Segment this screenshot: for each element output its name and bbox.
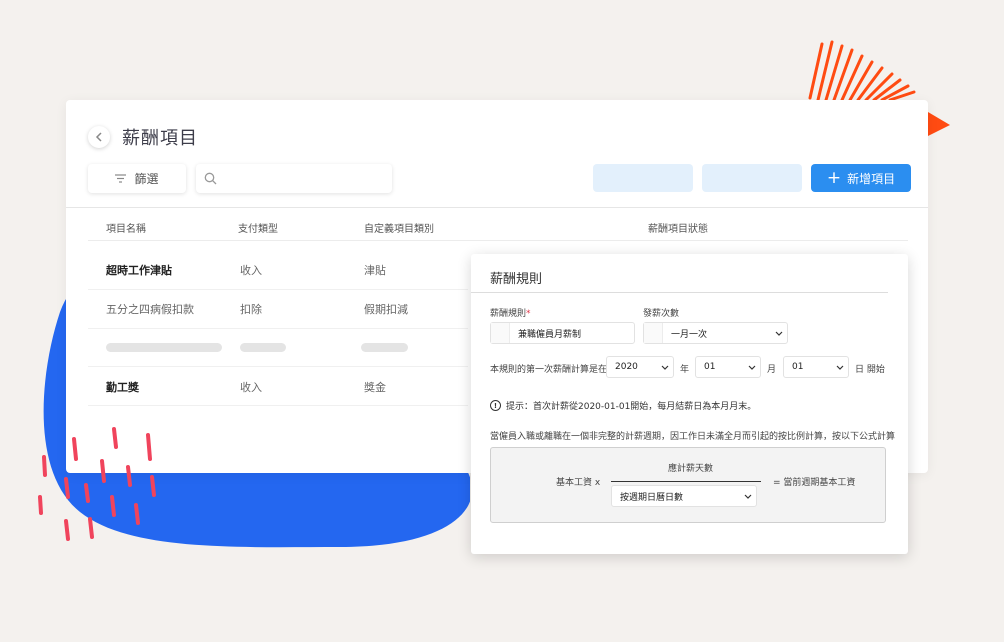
first-calc-text: 本規則的第一次薪酬計算是在 <box>490 365 608 375</box>
field-prefix <box>491 323 510 343</box>
cell-category: 獎金 <box>364 381 386 394</box>
decorative-pink-dashes <box>38 427 156 541</box>
row-divider <box>88 405 468 406</box>
add-item-label: 新增項目 <box>847 171 896 186</box>
search-box[interactable] <box>196 164 392 193</box>
filter-icon <box>115 174 127 183</box>
plus-icon: + <box>826 167 842 188</box>
chevron-down-icon <box>744 365 760 370</box>
fraction-line <box>611 481 761 482</box>
column-header-status[interactable]: 薪酬項目狀態 <box>648 220 708 235</box>
table-row[interactable]: 五分之四病假扣款 扣除 假期扣減 <box>88 289 488 327</box>
hint-message: ! 提示：首次計薪從2020-01-01開始，每月結薪日為本月月末。 <box>490 399 756 412</box>
cell-type: 扣除 <box>240 303 262 316</box>
frequency-value: 一月一次 <box>671 329 708 340</box>
chevron-down-icon <box>832 365 848 370</box>
skeleton-bar <box>240 343 286 352</box>
day-unit: 日 開始 <box>855 365 885 375</box>
rule-select[interactable]: 兼職僱員月薪制 <box>490 322 635 344</box>
day-select[interactable]: 01 <box>783 356 849 378</box>
prorate-text: 當僱員入職或離職在一個非完整的計薪週期，因工作日未滿全月而引起的按比例計算，按以… <box>490 432 896 442</box>
back-button[interactable] <box>88 126 110 148</box>
chevron-left-icon <box>95 132 102 142</box>
cell-type: 收入 <box>240 264 262 277</box>
formula-box: 基本工資 x 應計薪天數 按週期日曆日數 = 當前週期基本工資 <box>490 447 886 523</box>
toolbar-divider <box>66 207 928 208</box>
filter-button[interactable]: 篩選 <box>88 164 186 193</box>
year-unit: 年 <box>680 365 690 375</box>
page-title: 薪酬項目 <box>122 128 198 149</box>
hint-text: 提示：首次計薪從2020-01-01開始，每月結薪日為本月月末。 <box>506 402 757 412</box>
cell-name: 五分之四病假扣款 <box>106 303 194 316</box>
field-prefix <box>644 323 663 343</box>
cell-name: 勤工獎 <box>106 381 139 394</box>
table-row[interactable]: 勤工獎 收入 獎金 <box>88 367 488 405</box>
skeleton-bar <box>361 343 408 352</box>
info-icon: ! <box>490 400 501 411</box>
cell-name: 超時工作津貼 <box>106 264 172 277</box>
month-select[interactable]: 01 <box>695 356 761 378</box>
cell-category: 津貼 <box>364 264 386 277</box>
rule-panel-title: 薪酬規則 <box>490 272 543 287</box>
chevron-down-icon <box>657 365 673 370</box>
frequency-select[interactable]: 一月一次 <box>643 322 788 344</box>
day-value: 01 <box>792 362 804 372</box>
formula-right: = 當前週期基本工資 <box>773 478 856 488</box>
rule-panel-divider <box>471 292 888 293</box>
chevron-down-icon <box>771 331 787 336</box>
column-header-category[interactable]: 自定義項目類別 <box>364 220 434 235</box>
table-row-skeleton <box>88 328 488 366</box>
denominator-select[interactable]: 按週期日曆日數 <box>611 485 757 507</box>
cell-type: 收入 <box>240 381 262 394</box>
cell-category: 假期扣減 <box>364 303 408 316</box>
chevron-down-icon <box>740 494 756 499</box>
toolbar-button-1[interactable] <box>593 164 693 192</box>
rule-value: 兼職僱員月薪制 <box>518 329 582 340</box>
rule-label-text: 薪酬規則 <box>490 309 527 319</box>
search-input[interactable] <box>223 171 373 186</box>
search-icon <box>204 172 217 185</box>
header-divider <box>88 240 908 241</box>
year-select[interactable]: 2020 <box>606 356 674 378</box>
skeleton-bar <box>106 343 222 352</box>
filter-label: 篩選 <box>134 172 159 186</box>
formula-left: 基本工資 x <box>556 478 601 488</box>
month-value: 01 <box>704 362 716 372</box>
frequency-label: 發薪次數 <box>643 309 680 319</box>
table-row[interactable]: 超時工作津貼 收入 津貼 <box>88 250 488 288</box>
denominator-value: 按週期日曆日數 <box>620 492 684 503</box>
formula-numerator: 應計薪天數 <box>668 464 714 474</box>
required-mark: * <box>526 309 531 319</box>
payroll-rule-panel: 薪酬規則 薪酬規則* 兼職僱員月薪制 發薪次數 一月一次 本規則的第一次薪酬計算… <box>471 254 908 554</box>
rule-label: 薪酬規則* <box>490 306 531 319</box>
toolbar-button-2[interactable] <box>702 164 802 192</box>
year-value: 2020 <box>615 362 638 372</box>
page-header: 薪酬項目 <box>88 124 198 150</box>
add-item-button[interactable]: + 新增項目 <box>811 164 911 192</box>
column-header-name[interactable]: 項目名稱 <box>106 220 146 235</box>
month-unit: 月 <box>767 365 777 375</box>
column-header-type[interactable]: 支付類型 <box>238 220 278 235</box>
